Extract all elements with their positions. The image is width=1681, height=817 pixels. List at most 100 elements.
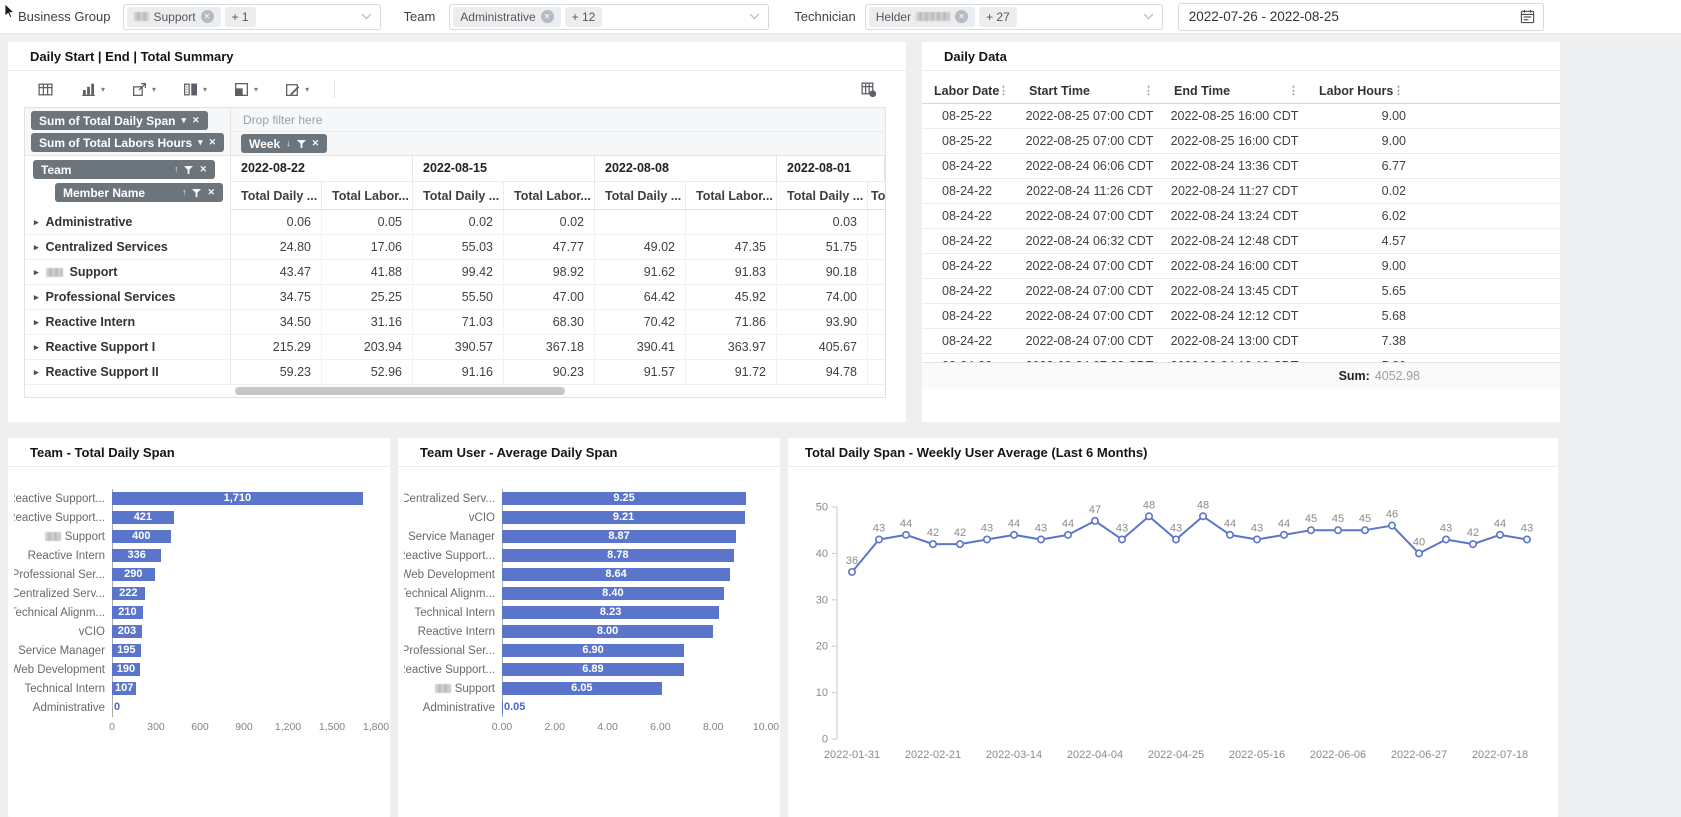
toolbar-button-export[interactable]: ▾ bbox=[126, 78, 161, 101]
bar[interactable]: 203 bbox=[112, 625, 142, 638]
column-menu-icon[interactable]: ⋮ bbox=[1143, 78, 1154, 104]
chip-remove-icon[interactable]: ✕ bbox=[955, 10, 969, 23]
caret-down-icon[interactable]: ▾ bbox=[101, 85, 105, 94]
bar[interactable]: 190 bbox=[112, 663, 140, 676]
data-point[interactable] bbox=[1144, 512, 1153, 521]
column-subheader[interactable]: Total Labor... bbox=[322, 182, 413, 209]
data-point[interactable] bbox=[1468, 540, 1477, 549]
column-group-header[interactable]: 2022-08-22 bbox=[231, 156, 413, 181]
column-menu-icon[interactable]: ⋮ bbox=[998, 78, 1009, 104]
caret-down-icon[interactable]: ▾ bbox=[152, 85, 156, 94]
filter-chip[interactable]: Helder ✕ bbox=[868, 6, 976, 27]
column-subheader[interactable]: Total Labor... bbox=[504, 182, 595, 209]
column-subheader[interactable]: Total Daily ... bbox=[777, 182, 868, 209]
bar[interactable]: 400 bbox=[112, 530, 171, 543]
data-point[interactable] bbox=[1063, 530, 1072, 539]
row-expander-icon[interactable]: ▸ bbox=[34, 342, 39, 353]
caret-down-icon[interactable]: ▾ bbox=[305, 85, 309, 94]
column-header-start-time[interactable]: Start Time ⋮ bbox=[1017, 78, 1162, 103]
bar[interactable]: 6.90 bbox=[502, 644, 685, 657]
toolbar-button-field-chooser[interactable] bbox=[855, 78, 882, 101]
bar[interactable]: 9.21 bbox=[502, 511, 746, 524]
business-group-select[interactable]: Support ✕ + 1 bbox=[122, 3, 381, 30]
column-menu-icon[interactable]: ⋮ bbox=[1288, 78, 1299, 104]
measure-chip[interactable]: Sum of Total Daily Span ▾ ✕ bbox=[31, 111, 208, 130]
row-expander-icon[interactable]: ▸ bbox=[34, 317, 39, 328]
bar[interactable]: 1,710 bbox=[112, 492, 363, 505]
row-field-chip[interactable]: Member Name ↑ ✕ bbox=[55, 183, 223, 202]
caret-down-icon[interactable]: ▾ bbox=[198, 138, 203, 147]
data-point[interactable] bbox=[1037, 535, 1046, 544]
column-header-labor-date[interactable]: Labor Date ⋮ bbox=[922, 78, 1017, 103]
bar[interactable]: 8.78 bbox=[502, 549, 734, 562]
toolbar-button-chart-view[interactable]: ▾ bbox=[75, 78, 110, 101]
calendar-icon[interactable] bbox=[1520, 9, 1535, 24]
bar[interactable]: 6.05 bbox=[502, 682, 662, 695]
filter-chip[interactable]: Support ✕ bbox=[126, 6, 221, 27]
bar[interactable]: 8.00 bbox=[502, 625, 714, 638]
column-header-end-time[interactable]: End Time ⋮ bbox=[1162, 78, 1307, 103]
data-point[interactable] bbox=[1090, 516, 1099, 525]
data-point[interactable] bbox=[902, 530, 911, 539]
column-subheader[interactable]: Total Daily ... bbox=[413, 182, 504, 209]
data-point[interactable] bbox=[1387, 521, 1396, 530]
remove-icon[interactable]: ✕ bbox=[312, 139, 320, 148]
filter-chip[interactable]: + 1 bbox=[224, 6, 256, 27]
data-point[interactable] bbox=[929, 540, 938, 549]
column-subheader[interactable]: Total Labor... bbox=[686, 182, 777, 209]
bar[interactable]: 9.25 bbox=[502, 492, 747, 505]
filter-funnel-icon[interactable] bbox=[296, 139, 306, 148]
data-point[interactable] bbox=[1010, 530, 1019, 539]
chip-remove-icon[interactable]: ✕ bbox=[540, 10, 554, 23]
bar[interactable]: 8.23 bbox=[502, 606, 720, 619]
team-select[interactable]: Administrative ✕ + 12 bbox=[449, 3, 770, 30]
column-header-labor-hours[interactable]: Labor Hours ⋮ bbox=[1307, 78, 1412, 103]
chevron-down-icon[interactable] bbox=[749, 13, 760, 20]
data-point[interactable] bbox=[1198, 512, 1207, 521]
row-field-chip[interactable]: Team ↑ ✕ bbox=[33, 160, 215, 179]
chip-remove-icon[interactable]: ✕ bbox=[200, 10, 214, 23]
toolbar-button-table-view[interactable] bbox=[32, 78, 59, 101]
data-point[interactable] bbox=[1171, 535, 1180, 544]
data-point[interactable] bbox=[1333, 526, 1342, 535]
data-point[interactable] bbox=[847, 567, 856, 576]
remove-icon[interactable]: ✕ bbox=[192, 116, 200, 125]
chevron-down-icon[interactable] bbox=[361, 13, 372, 20]
bar[interactable]: 8.64 bbox=[502, 568, 731, 581]
date-range-input[interactable]: 2022-07-26 - 2022-08-25 bbox=[1177, 2, 1544, 31]
filter-chip[interactable]: + 12 bbox=[564, 6, 603, 27]
chevron-down-icon[interactable] bbox=[1143, 13, 1154, 20]
bar[interactable]: 8.40 bbox=[502, 587, 724, 600]
data-point[interactable] bbox=[1495, 530, 1504, 539]
filter-chip[interactable]: Administrative ✕ bbox=[453, 6, 561, 27]
filter-funnel-icon[interactable] bbox=[192, 188, 202, 197]
data-point[interactable] bbox=[983, 535, 992, 544]
row-expander-icon[interactable]: ▸ bbox=[34, 292, 39, 303]
caret-down-icon[interactable]: ▾ bbox=[181, 116, 186, 125]
caret-down-icon[interactable]: ▾ bbox=[254, 85, 258, 94]
filter-funnel-icon[interactable] bbox=[184, 165, 194, 174]
column-field-chip[interactable]: Week ↓ ✕ bbox=[241, 134, 328, 153]
data-point[interactable] bbox=[1252, 535, 1261, 544]
column-group-header[interactable]: 2022-08-08 bbox=[595, 156, 777, 181]
caret-down-icon[interactable]: ▾ bbox=[203, 85, 207, 94]
data-point[interactable] bbox=[1279, 530, 1288, 539]
column-group-header[interactable]: 2022-08-01 bbox=[777, 156, 885, 181]
data-point[interactable] bbox=[1522, 535, 1531, 544]
remove-icon[interactable]: ✕ bbox=[207, 188, 215, 197]
drop-filter-zone[interactable]: Drop filter here bbox=[231, 108, 885, 132]
data-point[interactable] bbox=[1117, 535, 1126, 544]
bar[interactable]: 8.87 bbox=[502, 530, 737, 543]
toolbar-button-transpose[interactable]: ▾ bbox=[177, 78, 212, 101]
toolbar-button-layout-options[interactable]: ▾ bbox=[228, 78, 263, 101]
data-point[interactable] bbox=[875, 535, 884, 544]
data-point[interactable] bbox=[1360, 526, 1369, 535]
row-expander-icon[interactable]: ▸ bbox=[34, 267, 39, 278]
bar[interactable]: 210 bbox=[112, 606, 143, 619]
data-point[interactable] bbox=[1306, 526, 1315, 535]
remove-icon[interactable]: ✕ bbox=[199, 165, 207, 174]
sort-asc-icon[interactable]: ↑ bbox=[182, 188, 187, 197]
data-point[interactable] bbox=[956, 540, 965, 549]
column-menu-icon[interactable]: ⋮ bbox=[1393, 78, 1404, 104]
measure-chip[interactable]: Sum of Total Labors Hours ▾ ✕ bbox=[31, 133, 225, 152]
